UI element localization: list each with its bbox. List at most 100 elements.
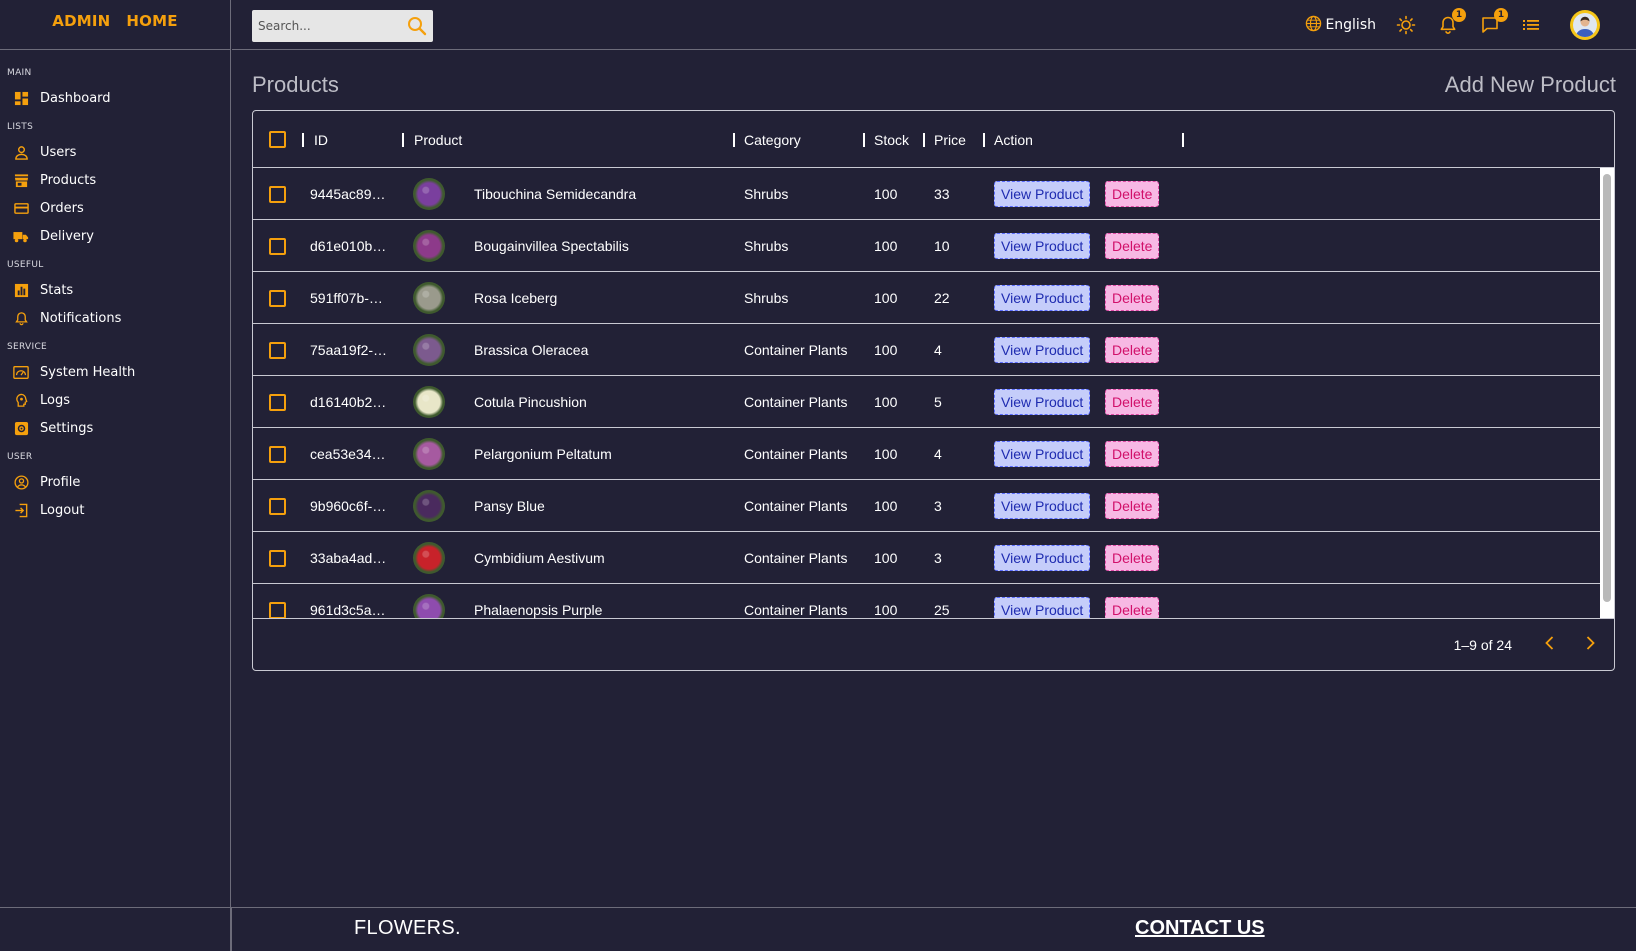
- sidebar-section-title: USEFUL: [7, 260, 44, 270]
- delete-button[interactable]: Delete: [1105, 545, 1160, 571]
- view-product-button[interactable]: View Product: [994, 493, 1091, 519]
- column-separator[interactable]: [302, 133, 304, 147]
- sidebar-item-label: Stats: [40, 282, 74, 298]
- view-product-button[interactable]: View Product: [994, 389, 1091, 415]
- product-name: Tibouchina Semidecandra: [474, 186, 637, 202]
- column-separator[interactable]: [983, 133, 985, 147]
- table-row[interactable]: 9b960c6f-… Pansy Blue Container Plants 100 3…: [253, 480, 1601, 532]
- product-price: 25: [934, 602, 950, 618]
- language-selector[interactable]: English: [1305, 15, 1376, 36]
- view-product-button[interactable]: View Product: [994, 597, 1091, 618]
- delete-button[interactable]: Delete: [1105, 597, 1160, 618]
- sidebar-item-logs[interactable]: Logs: [0, 386, 230, 414]
- table-row[interactable]: 961d3c5a… Phalaenopsis Purple Container Pl…: [253, 584, 1601, 618]
- delete-button[interactable]: Delete: [1105, 493, 1160, 519]
- next-page-icon[interactable]: [1580, 633, 1600, 657]
- column-header-id[interactable]: ID: [314, 111, 328, 168]
- delete-cell: Delete: [1105, 428, 1160, 480]
- delete-cell: Delete: [1105, 272, 1160, 324]
- delete-button[interactable]: Delete: [1105, 441, 1160, 467]
- sidebar-item-delivery[interactable]: Delivery: [0, 222, 230, 250]
- row-checkbox[interactable]: [269, 601, 286, 618]
- row-checkbox[interactable]: [269, 497, 286, 515]
- table-row[interactable]: d61e010b… Bougainvillea Spectabilis Shrubs…: [253, 220, 1601, 272]
- view-product-button[interactable]: View Product: [994, 233, 1091, 259]
- avatar[interactable]: [1570, 10, 1600, 40]
- sidebar-item-stats[interactable]: Stats: [0, 276, 230, 304]
- select-all-checkbox[interactable]: [269, 131, 286, 148]
- sidebar-item-orders[interactable]: Orders: [0, 194, 230, 222]
- view-product-cell: View Product: [994, 272, 1091, 324]
- product-id: 33aba4ad…: [310, 550, 387, 566]
- delete-button[interactable]: Delete: [1105, 389, 1160, 415]
- theme-toggle-icon[interactable]: [1396, 15, 1416, 35]
- product-thumbnail-cell: [413, 480, 445, 532]
- language-label: English: [1325, 17, 1376, 33]
- column-header-price[interactable]: Price: [934, 111, 966, 168]
- product-stock: 100: [874, 550, 898, 566]
- dashboard-icon: [13, 90, 29, 106]
- table-row[interactable]: 75aa19f2-… Brassica Oleracea Container Pla…: [253, 324, 1601, 376]
- row-checkbox[interactable]: [269, 549, 286, 567]
- view-product-cell: View Product: [994, 376, 1091, 428]
- table-row[interactable]: cea53e34… Pelargonium Peltatum Container P…: [253, 428, 1601, 480]
- table-row[interactable]: 33aba4ad… Cymbidium Aestivum Container Pla…: [253, 532, 1601, 584]
- view-product-button[interactable]: View Product: [994, 181, 1091, 207]
- logo[interactable]: ADMIN HOME: [0, 0, 230, 50]
- delete-button[interactable]: Delete: [1105, 181, 1160, 207]
- delete-cell: Delete: [1105, 532, 1160, 584]
- search-icon[interactable]: [407, 16, 427, 40]
- column-header-category[interactable]: Category: [744, 111, 801, 168]
- column-separator[interactable]: [923, 133, 925, 147]
- view-product-button[interactable]: View Product: [994, 285, 1091, 311]
- column-separator[interactable]: [733, 133, 735, 147]
- table-row[interactable]: 9445ac89… Tibouchina Semidecandra Shrubs 10…: [253, 168, 1601, 220]
- column-header-action[interactable]: Action: [994, 111, 1033, 168]
- notifications-icon[interactable]: 1: [1438, 8, 1466, 35]
- account-circle-icon: [13, 474, 29, 490]
- previous-page-icon[interactable]: [1540, 633, 1560, 657]
- row-checkbox[interactable]: [269, 185, 286, 203]
- contact-us-link[interactable]: CONTACT US: [1135, 917, 1265, 940]
- column-header-stock[interactable]: Stock: [874, 111, 909, 168]
- view-product-cell: View Product: [994, 220, 1091, 272]
- sidebar-item-system-health[interactable]: System Health: [0, 358, 230, 386]
- column-separator[interactable]: [1182, 133, 1184, 147]
- sidebar-item-users[interactable]: Users: [0, 138, 230, 166]
- table-row[interactable]: d16140b2… Cotula Pincushion Container Plan…: [253, 376, 1601, 428]
- column-header-product[interactable]: Product: [414, 111, 462, 168]
- chat-icon[interactable]: 1: [1480, 8, 1508, 35]
- vertical-scrollbar[interactable]: [1600, 168, 1614, 618]
- sidebar-item-products[interactable]: Products: [0, 166, 230, 194]
- scrollbar-thumb[interactable]: [1603, 174, 1611, 602]
- row-checkbox-cell: [269, 376, 286, 428]
- sidebar-item-dashboard[interactable]: Dashboard: [0, 84, 230, 112]
- search-input[interactable]: [252, 11, 397, 41]
- logo-admin: ADMIN: [52, 11, 111, 30]
- sidebar-section-title: SERVICE: [7, 342, 48, 352]
- row-checkbox-cell: [269, 532, 286, 584]
- list-icon[interactable]: [1522, 16, 1540, 34]
- row-checkbox[interactable]: [269, 341, 286, 359]
- table-row[interactable]: 591ff07b-… Rosa Iceberg Shrubs 100 22 View Pr…: [253, 272, 1601, 324]
- column-separator[interactable]: [863, 133, 865, 147]
- delete-button[interactable]: Delete: [1105, 337, 1160, 363]
- sidebar-item-settings[interactable]: Settings: [0, 414, 230, 442]
- store-icon: [13, 172, 29, 188]
- view-product-button[interactable]: View Product: [994, 545, 1091, 571]
- delete-button[interactable]: Delete: [1105, 233, 1160, 259]
- row-checkbox[interactable]: [269, 237, 286, 255]
- row-checkbox[interactable]: [269, 445, 286, 463]
- column-separator[interactable]: [402, 133, 404, 147]
- view-product-button[interactable]: View Product: [994, 337, 1091, 363]
- product-category: Container Plants: [744, 550, 848, 566]
- product-category: Shrubs: [744, 186, 789, 202]
- delete-button[interactable]: Delete: [1105, 285, 1160, 311]
- sidebar-item-profile[interactable]: Profile: [0, 468, 230, 496]
- sidebar-item-notifications[interactable]: Notifications: [0, 304, 230, 332]
- sidebar-item-logout[interactable]: Logout: [0, 496, 230, 524]
- view-product-button[interactable]: View Product: [994, 441, 1091, 467]
- row-checkbox[interactable]: [269, 393, 286, 411]
- add-new-product-link[interactable]: Add New Product: [1445, 72, 1616, 98]
- row-checkbox[interactable]: [269, 289, 286, 307]
